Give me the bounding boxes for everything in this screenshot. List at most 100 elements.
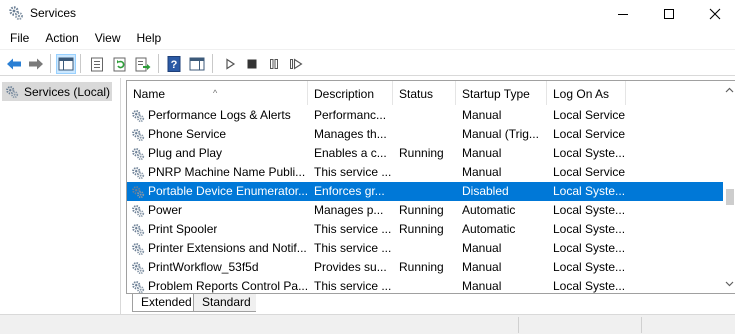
table-row[interactable]: Performance Logs & Alerts Performanc... Ma… xyxy=(127,106,723,125)
cell-name: Printer Extensions and Notif... xyxy=(131,239,311,258)
forward-button[interactable] xyxy=(26,54,46,74)
service-name: Phone Service xyxy=(148,127,227,141)
help-button[interactable]: ? xyxy=(164,54,184,74)
sort-ascending-icon: ^ xyxy=(213,88,218,98)
cell-description: Manages p... xyxy=(314,203,384,217)
cell-name: Performance Logs & Alerts xyxy=(131,106,311,125)
pause-icon xyxy=(270,59,278,69)
properties-icon xyxy=(91,57,103,71)
back-button[interactable] xyxy=(4,54,24,74)
cell-log-on-as: Local Syste... xyxy=(553,241,625,255)
refresh-icon xyxy=(113,57,125,71)
table-row[interactable]: PNRP Machine Name Publi... This service .… xyxy=(127,163,723,182)
menu-view[interactable]: View xyxy=(89,28,127,48)
cell-startup-type: Manual xyxy=(462,146,502,160)
service-gear-icon xyxy=(132,223,145,236)
close-button[interactable] xyxy=(692,0,735,27)
console-tree-icon xyxy=(58,57,74,71)
stop-service-button[interactable] xyxy=(242,54,262,74)
status-bar-divider xyxy=(641,317,642,333)
cell-startup-type: Automatic xyxy=(462,222,516,236)
toolbar-separator xyxy=(158,54,159,73)
column-header-name[interactable]: Name ^ xyxy=(127,81,308,105)
services-list: Name ^ Description Status Startup Type L… xyxy=(126,80,735,294)
toolbar: ? xyxy=(0,49,735,76)
table-row[interactable]: Printer Extensions and Notif... This serv… xyxy=(127,239,723,258)
service-gear-icon xyxy=(132,147,145,160)
tab-extended[interactable]: Extended xyxy=(132,294,194,312)
restart-service-button[interactable] xyxy=(286,54,306,74)
show-hide-console-tree-button[interactable] xyxy=(56,54,76,74)
table-row[interactable]: Power Manages p... Running Automatic Local S… xyxy=(127,201,723,220)
action-pane-button[interactable] xyxy=(187,54,207,74)
column-header-startup-type[interactable]: Startup Type xyxy=(456,81,547,105)
table-row[interactable]: Plug and Play Enables a c... Running Manual… xyxy=(127,144,723,163)
back-arrow-icon xyxy=(7,58,21,70)
column-header-label: Startup Type xyxy=(462,87,530,101)
action-pane-icon xyxy=(189,57,205,71)
list-rows: Performance Logs & Alerts Performanc... Ma… xyxy=(127,106,723,296)
cell-name: Print Spooler xyxy=(131,220,311,239)
cell-status: Running xyxy=(399,222,444,236)
services-list-pane: Name ^ Description Status Startup Type L… xyxy=(122,78,735,314)
menu-action[interactable]: Action xyxy=(39,28,84,48)
console-tree: Services (Local) xyxy=(0,78,121,314)
maximize-button[interactable] xyxy=(646,0,692,27)
service-name: Performance Logs & Alerts xyxy=(148,108,291,122)
export-list-button[interactable] xyxy=(133,54,153,74)
cell-description: Provides su... xyxy=(314,260,387,274)
minimize-button[interactable] xyxy=(600,0,646,27)
services-gear-icon xyxy=(6,85,19,98)
properties-button[interactable] xyxy=(87,54,107,74)
menu-file[interactable]: File xyxy=(4,28,35,48)
column-header-log-on-as[interactable]: Log On As xyxy=(547,81,626,105)
status-bar xyxy=(0,314,735,334)
column-header-label: Status xyxy=(399,87,434,101)
column-header-description[interactable]: Description xyxy=(308,81,393,105)
service-gear-icon xyxy=(132,242,145,255)
table-row[interactable]: PrintWorkflow_53f5d Provides su... Running… xyxy=(127,258,723,277)
vertical-scrollbar[interactable] xyxy=(723,81,735,293)
cell-description: This service ... xyxy=(314,222,392,236)
cell-status xyxy=(399,125,459,144)
column-header-status[interactable]: Status xyxy=(393,81,456,105)
cell-status: Running xyxy=(399,260,444,274)
cell-description: Enforces gr... xyxy=(314,184,385,198)
refresh-button[interactable] xyxy=(110,54,130,74)
scroll-down-button[interactable] xyxy=(723,277,735,291)
table-row[interactable]: Phone Service Manages th... Manual (Trig..… xyxy=(127,125,723,144)
cell-log-on-as: Local Syste... xyxy=(553,146,625,160)
menu-bar: File Action View Help xyxy=(0,28,735,48)
cell-description: This service ... xyxy=(314,241,392,255)
start-service-button[interactable] xyxy=(220,54,240,74)
cell-startup-type: Manual xyxy=(462,108,502,122)
toolbar-separator xyxy=(80,54,81,73)
pause-service-button[interactable] xyxy=(264,54,284,74)
cell-log-on-as: Local Service xyxy=(553,108,625,122)
menu-help[interactable]: Help xyxy=(131,28,168,48)
service-name: Print Spooler xyxy=(148,222,218,236)
service-name: PrintWorkflow_53f5d xyxy=(148,260,259,274)
cell-log-on-as: Local Service xyxy=(553,165,625,179)
close-icon xyxy=(709,8,721,19)
service-name: Power xyxy=(148,203,183,217)
title-bar[interactable]: Services xyxy=(0,0,735,27)
cell-name: Portable Device Enumerator... xyxy=(131,182,311,201)
cell-status xyxy=(399,163,459,182)
cell-log-on-as: Local Service xyxy=(553,127,625,141)
scrollbar-thumb[interactable] xyxy=(726,189,734,205)
window-title: Services xyxy=(30,6,77,20)
cell-name: Plug and Play xyxy=(131,144,311,163)
column-header-label: Description xyxy=(314,87,375,101)
table-row[interactable]: Print Spooler This service ... Running Auto… xyxy=(127,220,723,239)
tree-item-services-local[interactable]: Services (Local) xyxy=(2,82,112,101)
scroll-up-button[interactable] xyxy=(723,83,735,97)
column-header-label: Name xyxy=(133,87,166,101)
cell-description: Enables a c... xyxy=(314,146,387,160)
chevron-down-icon xyxy=(725,281,734,287)
list-header: Name ^ Description Status Startup Type L… xyxy=(127,81,723,105)
chevron-up-icon xyxy=(725,87,734,93)
tab-standard[interactable]: Standard xyxy=(194,294,256,312)
cell-log-on-as: Local Syste... xyxy=(553,260,625,274)
table-row[interactable]: Portable Device Enumerator... Enforces gr… xyxy=(127,182,723,201)
